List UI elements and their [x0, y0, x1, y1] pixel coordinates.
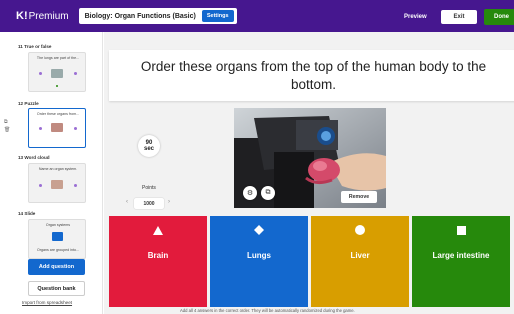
diamond-icon — [254, 224, 264, 236]
slide-label: 12 Puzzle — [18, 101, 39, 106]
slide-item-12[interactable]: 12 Puzzle ⧉ 🗑 Order these organs from... — [0, 100, 103, 156]
slide-label: 13 Word cloud — [18, 155, 50, 160]
thumb-image — [51, 123, 63, 132]
points-selector[interactable]: 1000 — [134, 198, 164, 209]
thumb-image — [51, 69, 63, 78]
slide-thumbnail[interactable]: The lungs are part of the... — [28, 52, 86, 92]
done-button[interactable]: Done — [484, 9, 514, 25]
kahoot-title-box[interactable]: Biology: Organ Functions (Basic) Setting… — [78, 8, 237, 24]
thumb-dot-icon — [39, 184, 42, 187]
kahoot-premium-logo: K! Premium — [16, 10, 69, 22]
circle-icon — [355, 224, 365, 236]
kahoot-title[interactable]: Biology: Organ Functions (Basic) — [85, 13, 196, 20]
image-settings-icon[interactable]: ⧉ — [261, 186, 275, 200]
answer-text[interactable]: Liver — [350, 251, 369, 260]
thumb-dot-icon — [74, 127, 77, 130]
answer-3[interactable]: Liver — [311, 216, 409, 307]
slide-item-13[interactable]: 13 Word cloud Name an organ system. — [0, 152, 103, 204]
settings-button[interactable]: Settings — [201, 10, 234, 22]
thumb-text: Organs are grouped into... — [37, 248, 79, 252]
slide-thumbnail[interactable]: Organ systems Organs are grouped into... — [28, 219, 86, 259]
edit-image-icon[interactable]: ⚙ — [243, 186, 257, 200]
thumb-text: Organ systems — [45, 223, 71, 227]
exit-button[interactable]: Exit — [441, 10, 477, 24]
answer-1[interactable]: Brain — [109, 216, 207, 307]
thumb-dot-icon — [39, 127, 42, 130]
thumb-slide-icon — [52, 232, 63, 241]
import-from-spreadsheet-link[interactable]: Import from spreadsheet — [22, 300, 72, 305]
answer-4[interactable]: Large intestine — [412, 216, 510, 307]
add-question-button[interactable]: Add question — [28, 259, 85, 275]
slide-thumbnail[interactable]: Name an organ system. — [28, 163, 86, 203]
slide-sidebar: 11 True or false The lungs are part of t… — [0, 32, 103, 314]
delete-icon[interactable]: 🗑 — [4, 126, 10, 134]
square-icon — [456, 224, 466, 236]
thumb-text: Order these organs from... — [36, 112, 80, 116]
chevron-left-icon[interactable]: ‹ — [126, 199, 128, 205]
answer-options: Brain Lungs Liver Large intestine — [109, 216, 510, 307]
remove-image-button[interactable]: Remove — [341, 191, 377, 203]
time-limit-button[interactable]: 90 sec — [138, 135, 160, 157]
thumb-dot-icon — [56, 85, 58, 87]
slide-label: 11 True or false — [18, 44, 52, 49]
slide-tools: ⧉ 🗑 — [4, 118, 10, 134]
chevron-right-icon[interactable]: › — [168, 199, 170, 205]
preview-button[interactable]: Preview — [404, 14, 427, 20]
thumb-dot-icon — [39, 72, 42, 75]
logo-text: Premium — [28, 10, 69, 22]
answer-order-hint: Add all 4 answers in the correct order. … — [180, 308, 355, 313]
slide-item-11[interactable]: 11 True or false The lungs are part of t… — [0, 40, 103, 94]
duplicate-icon[interactable]: ⧉ — [4, 118, 10, 126]
answer-text[interactable]: Large intestine — [433, 251, 490, 260]
top-bar: K! Premium Biology: Organ Functions (Bas… — [0, 0, 514, 32]
thumb-text: The lungs are part of the... — [36, 56, 80, 60]
logo-mark: K! — [16, 10, 28, 22]
question-text-field[interactable]: Order these organs from the top of the h… — [109, 50, 514, 101]
points-label: Points — [142, 185, 156, 191]
slide-thumbnail[interactable]: Order these organs from... — [28, 108, 86, 148]
answer-text[interactable]: Brain — [148, 251, 168, 260]
thumb-text: Name an organ system. — [38, 167, 78, 171]
triangle-icon — [153, 224, 163, 236]
thumb-dot-icon — [74, 72, 77, 75]
thumb-dot-icon — [74, 184, 77, 187]
slide-label: 14 Slide — [18, 211, 36, 216]
slide-item-14[interactable]: 14 Slide Organ systems Organs are groupe… — [0, 208, 103, 266]
timer-unit: sec — [143, 146, 154, 152]
answer-text[interactable]: Lungs — [247, 251, 271, 260]
question-bank-button[interactable]: Question bank — [28, 281, 85, 296]
answer-2[interactable]: Lungs — [210, 216, 308, 307]
thumb-image — [51, 180, 63, 189]
